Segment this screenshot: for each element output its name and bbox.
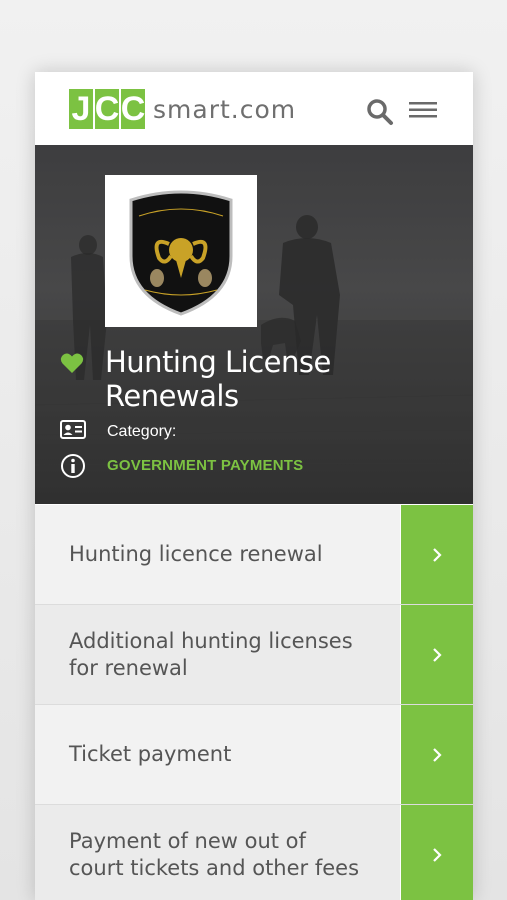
service-hero: Hunting License Renewals Category: GOVER… xyxy=(35,145,473,504)
jcc-logo[interactable]: J C C smart.com xyxy=(69,89,296,129)
service-row-label: Ticket payment xyxy=(69,742,232,766)
top-bar: J C C smart.com xyxy=(35,72,473,145)
logo-letter: C xyxy=(120,89,146,129)
app-screen: J C C smart.com Hunting License Renewals… xyxy=(35,72,473,900)
row-arrow-button[interactable] xyxy=(400,705,473,804)
emblem-shield-icon xyxy=(129,190,233,316)
service-row-label: Payment of new out of court tickets and … xyxy=(69,828,360,880)
category-label: Category: xyxy=(107,423,177,440)
category-value[interactable]: GOVERNMENT PAYMENTS xyxy=(107,457,303,474)
logo-letter: J xyxy=(69,89,93,129)
info-icon xyxy=(61,454,85,478)
service-row-out-of-court-tickets[interactable]: Payment of new out of court tickets and … xyxy=(35,805,473,900)
service-row-hunting-licence-renewal[interactable]: Hunting licence renewal xyxy=(35,505,473,605)
hunting-fund-emblem xyxy=(105,175,257,327)
search-icon[interactable] xyxy=(366,98,394,126)
chevron-right-icon xyxy=(433,647,442,662)
logo-letter: C xyxy=(94,89,120,129)
chevron-right-icon xyxy=(433,547,442,562)
row-arrow-button[interactable] xyxy=(400,805,473,900)
chevron-right-icon xyxy=(433,747,442,762)
id-card-icon xyxy=(60,420,86,439)
service-row-label: Hunting licence renewal xyxy=(69,542,323,566)
hamburger-menu-icon[interactable] xyxy=(409,101,437,119)
chevron-right-icon xyxy=(433,847,442,862)
row-arrow-button[interactable] xyxy=(400,505,473,604)
service-row-ticket-payment[interactable]: Ticket payment xyxy=(35,705,473,805)
logo-suffix: smart.com xyxy=(153,94,297,124)
service-row-additional-licenses[interactable]: Additional hunting licenses for renewal xyxy=(35,605,473,705)
row-arrow-button[interactable] xyxy=(400,605,473,704)
service-title: Hunting License Renewals xyxy=(105,345,331,413)
service-row-label: Additional hunting licenses for renewal xyxy=(69,628,353,680)
heart-icon[interactable] xyxy=(60,352,84,374)
service-list: Hunting licence renewal Additional hunti… xyxy=(35,505,473,900)
